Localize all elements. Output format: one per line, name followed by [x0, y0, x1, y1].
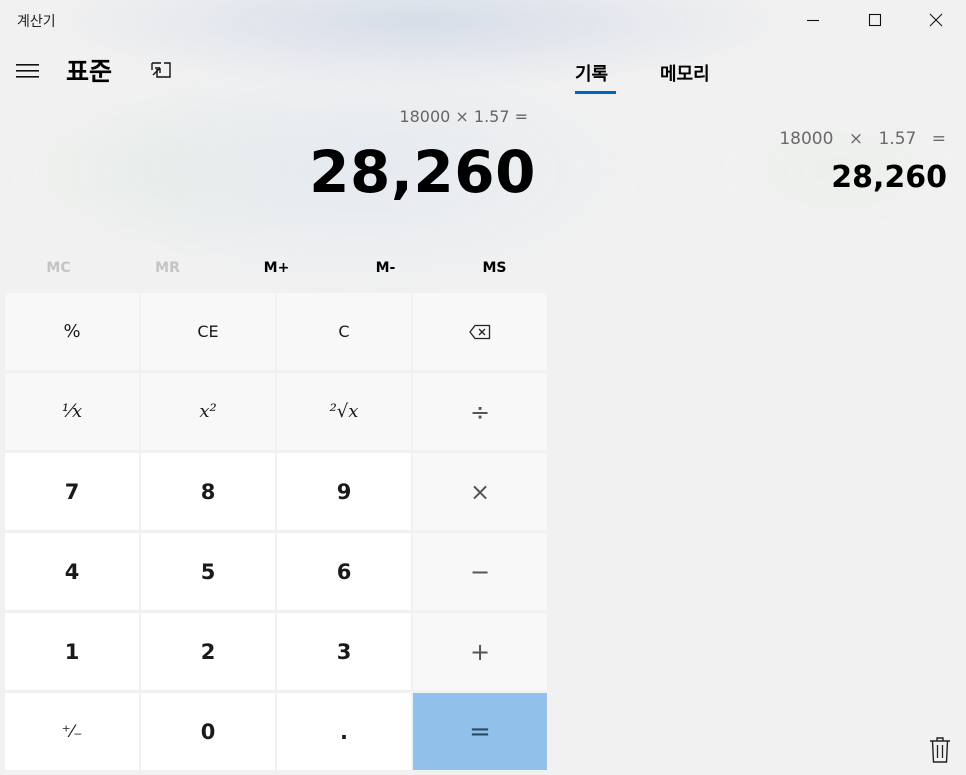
history-result: 28,260: [831, 160, 947, 195]
equals-button[interactable]: =: [413, 693, 547, 770]
history-expression: 18000 × 1.57 =: [779, 129, 946, 149]
keypad: % CE C ¹⁄x x² ²√x ÷ 7 8 9 × 4 5 6 − 1 2 …: [4, 292, 550, 774]
minimize-button[interactable]: [782, 0, 844, 40]
expression-display: 18000 × 1.57 =: [399, 107, 528, 126]
digit-0-button[interactable]: 0: [141, 693, 275, 770]
add-button[interactable]: +: [413, 613, 547, 690]
digit-4-button[interactable]: 4: [5, 533, 139, 610]
tab-history[interactable]: 기록: [575, 60, 608, 86]
reciprocal-button[interactable]: ¹⁄x: [5, 373, 139, 450]
digit-8-button[interactable]: 8: [141, 453, 275, 530]
digit-1-button[interactable]: 1: [5, 613, 139, 690]
maximize-button[interactable]: [844, 0, 906, 40]
subtract-button[interactable]: −: [413, 533, 547, 610]
square-root-button[interactable]: ²√x: [277, 373, 411, 450]
digit-3-button[interactable]: 3: [277, 613, 411, 690]
clear-button[interactable]: C: [277, 293, 411, 370]
close-button[interactable]: [905, 0, 966, 40]
backspace-button[interactable]: [413, 293, 547, 370]
result-display: 28,260: [309, 138, 536, 206]
digit-5-button[interactable]: 5: [141, 533, 275, 610]
clear-entry-button[interactable]: CE: [141, 293, 275, 370]
divide-button[interactable]: ÷: [413, 373, 547, 450]
memory-recall-button[interactable]: MR: [113, 248, 222, 288]
memory-add-button[interactable]: M+: [222, 248, 331, 288]
digit-7-button[interactable]: 7: [5, 453, 139, 530]
mode-title: 표준: [66, 57, 113, 86]
memory-clear-button[interactable]: MC: [4, 248, 113, 288]
percent-button[interactable]: %: [5, 293, 139, 370]
multiply-button[interactable]: ×: [413, 453, 547, 530]
maximize-icon: [868, 13, 882, 27]
tab-history-underline: [575, 91, 616, 94]
memory-subtract-button[interactable]: M-: [331, 248, 440, 288]
app-title: 계산기: [17, 14, 56, 30]
square-label: x²: [199, 401, 217, 422]
memory-store-button[interactable]: MS: [440, 248, 549, 288]
reciprocal-label: ¹⁄x: [61, 401, 83, 422]
title-bar: 계산기: [0, 0, 966, 40]
digit-6-button[interactable]: 6: [277, 533, 411, 610]
trash-icon[interactable]: [928, 736, 952, 764]
minimize-icon: [807, 19, 819, 22]
close-icon: [929, 13, 943, 27]
digit-9-button[interactable]: 9: [277, 453, 411, 530]
hamburger-icon[interactable]: [16, 62, 40, 80]
keep-on-top-icon[interactable]: [150, 60, 172, 80]
digit-2-button[interactable]: 2: [141, 613, 275, 690]
tab-memory[interactable]: 메모리: [660, 60, 710, 86]
square-button[interactable]: x²: [141, 373, 275, 450]
decimal-button[interactable]: .: [277, 693, 411, 770]
backspace-icon: [469, 324, 491, 339]
square-root-label: ²√x: [329, 401, 359, 422]
negate-button[interactable]: ⁺⁄₋: [5, 693, 139, 770]
memory-row: MC MR M+ M- MS: [4, 248, 549, 288]
